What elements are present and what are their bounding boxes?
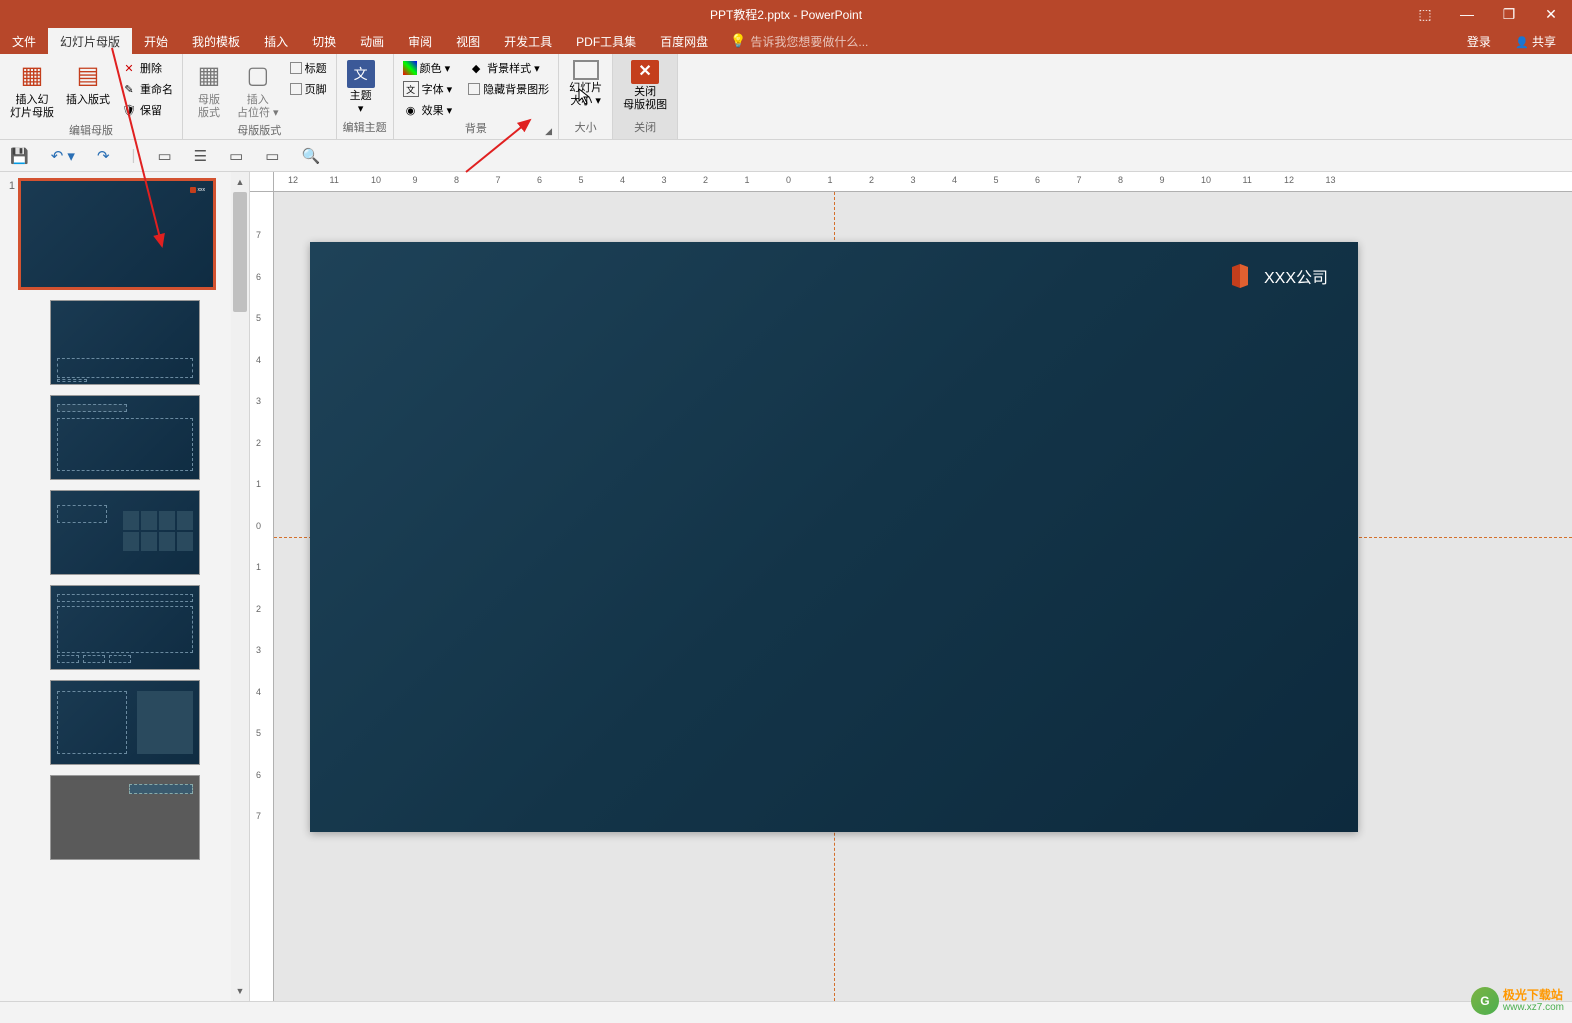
- save-button[interactable]: 💾: [10, 147, 29, 165]
- group-background: 颜色 ▾ 文字体 ▾ ◉效果 ▾ ◆背景样式 ▾ 隐藏背景图形 背景 ◢: [394, 54, 560, 139]
- redo-button[interactable]: ↷: [97, 147, 110, 165]
- layout-thumbnail-4[interactable]: [50, 585, 200, 670]
- colors-icon: [403, 61, 417, 75]
- rename-button[interactable]: ✎重命名: [118, 79, 176, 99]
- window-minimize[interactable]: —: [1446, 0, 1488, 28]
- tab-home[interactable]: 开始: [132, 28, 180, 55]
- tab-transitions[interactable]: 切换: [300, 28, 348, 55]
- tab-animations[interactable]: 动画: [348, 28, 396, 55]
- tab-slide-master[interactable]: 幻灯片母版: [48, 28, 132, 55]
- lightbulb-icon: 💡: [730, 33, 746, 49]
- window-restore[interactable]: ❐: [1488, 0, 1530, 28]
- slide-logo: XXX公司: [1228, 262, 1328, 290]
- themes-button[interactable]: 文 主题▾: [343, 58, 379, 118]
- group-edit-master: ▦ 插入幻 灯片母版 ▤ 插入版式 ✕删除 ✎重命名 🛡保留 编辑母版: [0, 54, 183, 139]
- title-checkbox[interactable]: 标题: [287, 58, 330, 78]
- delete-icon: ✕: [121, 60, 137, 76]
- master-layout-icon: ▦: [193, 60, 225, 92]
- slide-size-button[interactable]: 幻灯片 大小 ▾: [565, 58, 606, 110]
- undo-button[interactable]: ↶ ▾: [51, 147, 75, 165]
- group-edit-theme: 文 主题▾ 编辑主题: [337, 54, 394, 139]
- tab-my-templates[interactable]: 我的模板: [180, 28, 252, 55]
- vertical-ruler: 765432101234567: [250, 192, 274, 1001]
- login-button[interactable]: 登录: [1459, 30, 1499, 53]
- effects-icon: ◉: [403, 102, 419, 118]
- thumbnail-slide-master[interactable]: xxx: [18, 178, 216, 290]
- fonts-button[interactable]: 文字体 ▾: [400, 79, 456, 99]
- close-icon: ✕: [631, 60, 659, 84]
- layout-thumbnail-1[interactable]: [50, 300, 200, 385]
- master-layout-button[interactable]: ▦ 母版 版式: [189, 58, 229, 122]
- window-close[interactable]: ✕: [1530, 0, 1572, 28]
- menu-bar: 文件 幻灯片母版 开始 我的模板 插入 切换 动画 审阅 视图 开发工具 PDF…: [0, 28, 1572, 54]
- tab-file[interactable]: 文件: [0, 28, 48, 55]
- delete-button[interactable]: ✕删除: [118, 58, 176, 78]
- slide-size-icon: [573, 60, 599, 80]
- scroll-down-icon[interactable]: ▼: [233, 983, 247, 999]
- placeholder-icon: ▢: [242, 60, 274, 92]
- rename-icon: ✎: [121, 81, 137, 97]
- preserve-icon: 🛡: [121, 102, 137, 118]
- checkbox-icon: [290, 62, 302, 74]
- colors-button[interactable]: 颜色 ▾: [400, 58, 456, 78]
- tab-pdf-tools[interactable]: PDF工具集: [564, 28, 648, 55]
- layout-thumbnail-3[interactable]: [50, 490, 200, 575]
- watermark-logo-icon: G: [1471, 987, 1499, 1015]
- touch-mode-button[interactable]: ☰: [194, 147, 207, 165]
- tab-developer[interactable]: 开发工具: [492, 28, 564, 55]
- close-master-view-button[interactable]: ✕ 关闭 母版视图: [619, 58, 671, 114]
- effects-button[interactable]: ◉效果 ▾: [400, 100, 456, 120]
- group-close: ✕ 关闭 母版视图 关闭: [613, 54, 678, 139]
- share-button[interactable]: 👤 共享: [1507, 30, 1564, 53]
- start-from-beginning-button[interactable]: ▭: [157, 147, 171, 165]
- slide-canvas[interactable]: XXX公司: [310, 242, 1358, 832]
- insert-placeholder-button[interactable]: ▢ 插入 占位符 ▾: [233, 58, 283, 122]
- draw-button[interactable]: ▭: [265, 147, 279, 165]
- horizontal-ruler: 121110987654321012345678910111213: [274, 172, 1572, 192]
- thumbnail-panel[interactable]: 1 xxx: [0, 172, 250, 1001]
- thumbnail-scrollbar[interactable]: ▲ ▼: [231, 172, 249, 1001]
- tab-review[interactable]: 审阅: [396, 28, 444, 55]
- quick-access-toolbar: 💾 ↶ ▾ ↷ | ▭ ☰ ▭ ▭ 🔍: [0, 140, 1572, 172]
- checkbox-icon: [468, 83, 480, 95]
- scrollbar-thumb[interactable]: [233, 192, 247, 312]
- canvas-area[interactable]: 121110987654321012345678910111213 765432…: [250, 172, 1572, 1001]
- bg-dialog-launcher[interactable]: ◢: [545, 126, 555, 136]
- tab-insert[interactable]: 插入: [252, 28, 300, 55]
- tab-view[interactable]: 视图: [444, 28, 492, 55]
- office-logo-icon: [1228, 262, 1252, 290]
- tell-me-search[interactable]: 💡 告诉我您想要做什么...: [730, 33, 868, 50]
- bg-styles-button[interactable]: ◆背景样式 ▾: [465, 58, 552, 78]
- watermark: G 极光下载站 www.xz7.com: [1471, 987, 1564, 1015]
- mode-button[interactable]: ▭: [229, 147, 243, 165]
- footer-checkbox[interactable]: 页脚: [287, 79, 330, 99]
- layout-thumbnail-5[interactable]: [50, 680, 200, 765]
- insert-layout-button[interactable]: ▤ 插入版式: [62, 58, 114, 109]
- layout-icon: ▤: [72, 60, 104, 92]
- spell-button[interactable]: 🔍: [301, 147, 320, 165]
- window-title: PPT教程2.pptx - PowerPoint: [710, 6, 862, 23]
- bg-styles-icon: ◆: [468, 60, 484, 76]
- ribbon: ▦ 插入幻 灯片母版 ▤ 插入版式 ✕删除 ✎重命名 🛡保留 编辑母版 ▦ 母版…: [0, 54, 1572, 140]
- scroll-up-icon[interactable]: ▲: [233, 174, 247, 190]
- ruler-corner: [250, 172, 274, 192]
- fonts-icon: 文: [403, 81, 419, 97]
- master-thumbnail[interactable]: 1 xxx: [4, 178, 245, 290]
- themes-icon: 文: [347, 60, 375, 88]
- checkbox-icon: [290, 83, 302, 95]
- layout-thumbnail-6[interactable]: [50, 775, 200, 860]
- hide-bg-checkbox[interactable]: 隐藏背景图形: [465, 79, 552, 99]
- layout-thumbnail-2[interactable]: [50, 395, 200, 480]
- insert-slide-master-button[interactable]: ▦ 插入幻 灯片母版: [6, 58, 58, 122]
- main-area: 1 xxx: [0, 172, 1572, 1001]
- group-master-layout: ▦ 母版 版式 ▢ 插入 占位符 ▾ 标题 页脚 母版版式: [183, 54, 337, 139]
- status-bar: [0, 1001, 1572, 1023]
- slide-master-icon: ▦: [16, 60, 48, 92]
- preserve-button[interactable]: 🛡保留: [118, 100, 176, 120]
- group-size: 幻灯片 大小 ▾ 大小: [559, 54, 613, 139]
- tab-baidu-netdisk[interactable]: 百度网盘: [648, 28, 720, 55]
- window-dock[interactable]: ⬚: [1404, 0, 1446, 28]
- title-bar: PPT教程2.pptx - PowerPoint ⬚ — ❐ ✕: [0, 0, 1572, 28]
- window-controls: ⬚ — ❐ ✕: [1404, 0, 1572, 28]
